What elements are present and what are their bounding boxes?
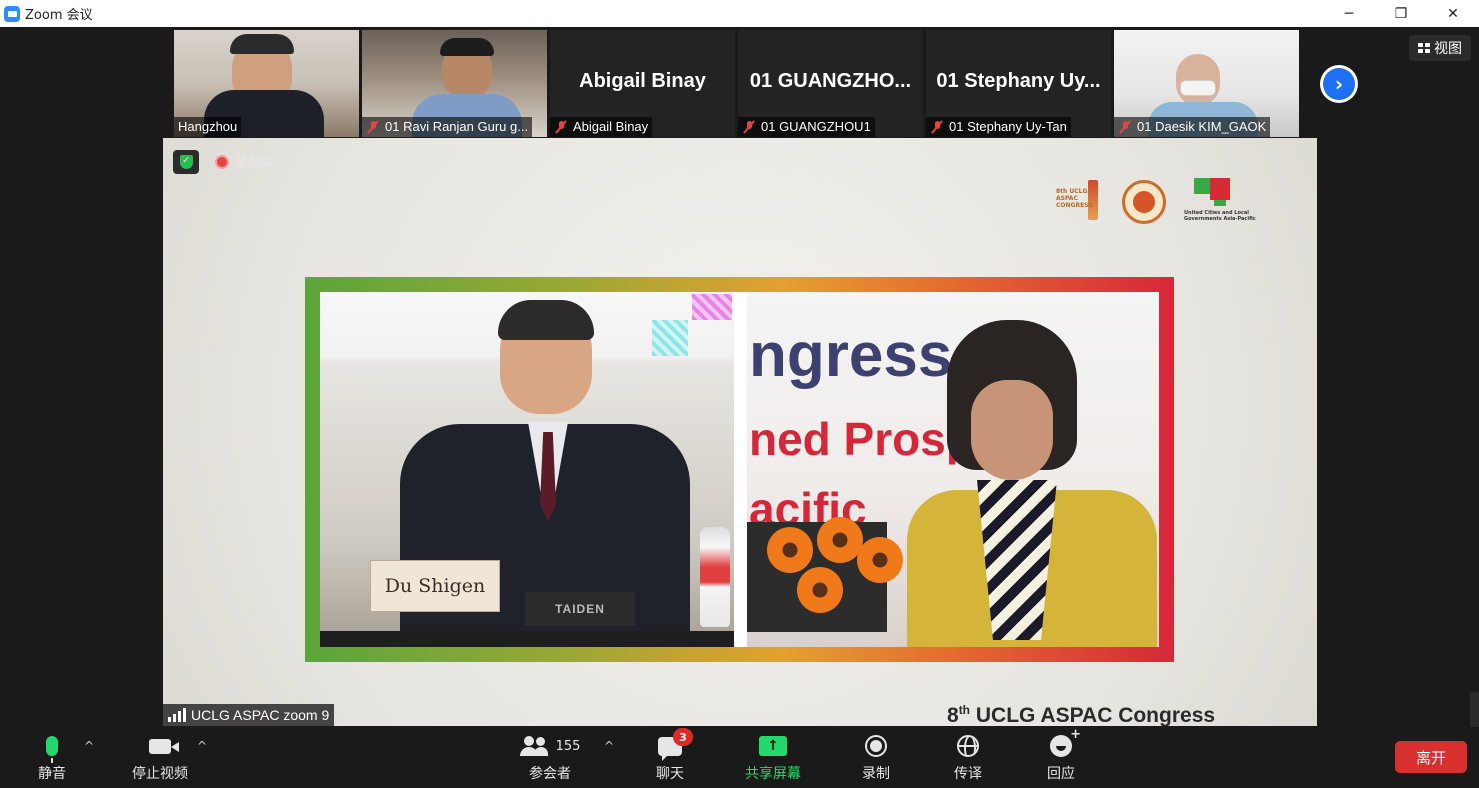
active-speaker-video[interactable]: ✓ 录制中 8th UCLG ASPAC CONGRESS United Cit… xyxy=(163,138,1317,726)
restore-button[interactable]: ❐ xyxy=(1375,0,1427,27)
video-camera-icon xyxy=(149,738,179,754)
minimize-button[interactable]: ─ xyxy=(1323,0,1375,27)
split-screen-frame: Du Shigen TAIDEN ngress ned Prosp acific xyxy=(305,277,1174,662)
speaker-nameplate: Du Shigen xyxy=(370,560,500,612)
mic-muted-icon xyxy=(742,120,756,134)
water-bottle xyxy=(700,527,730,627)
globe-icon xyxy=(957,735,979,757)
active-speaker-name-label: UCLG ASPAC zoom 9 xyxy=(163,704,335,726)
grid-view-icon xyxy=(1418,43,1430,53)
flower-arrangement xyxy=(757,517,927,627)
sponsor-logos: 8th UCLG ASPAC CONGRESS United Cities an… xyxy=(1056,176,1256,228)
connection-signal-icon xyxy=(168,708,186,722)
participant-name-label: 01 Daesik KIM_GAOK xyxy=(1114,117,1271,137)
interpretation-button[interactable]: 传译 xyxy=(944,727,992,788)
chat-unread-badge: 3 xyxy=(673,728,693,746)
decor-pattern xyxy=(692,294,732,320)
window-title: Zoom 会议 xyxy=(25,8,93,23)
conference-microphone-unit: TAIDEN xyxy=(525,592,635,626)
recording-indicator[interactable]: 录制中 xyxy=(215,152,274,171)
reactions-button[interactable]: 回应 xyxy=(1037,727,1085,788)
participants-button[interactable]: 155 参会者 xyxy=(519,727,581,788)
participant-name-label: 01 Stephany Uy-Tan xyxy=(926,117,1071,137)
share-screen-button[interactable]: ↑ 共享屏幕 xyxy=(740,727,806,788)
participant-name-label: Hangzhou xyxy=(174,117,242,137)
next-page-button[interactable]: › xyxy=(1320,65,1358,103)
record-icon xyxy=(865,735,887,757)
stop-video-button[interactable]: 停止视频 xyxy=(124,727,196,788)
participant-tile[interactable]: 01 Ravi Ranjan Guru g... xyxy=(362,30,547,137)
right-speaker-pane: ngress ned Prosp acific xyxy=(747,292,1159,647)
face-mask-icon xyxy=(1180,80,1216,96)
meeting-area: Hangzhou 01 Ravi Ranjan Guru g... Abigai… xyxy=(0,27,1479,752)
window-controls: ─ ❐ ✕ xyxy=(1323,0,1479,27)
encryption-shield-icon[interactable]: ✓ xyxy=(173,150,199,174)
participant-tile[interactable]: 01 Daesik KIM_GAOK xyxy=(1114,30,1299,137)
recording-text: 录制中 xyxy=(235,156,275,171)
participant-name-label: Abigail Binay xyxy=(550,117,653,137)
mic-muted-icon xyxy=(554,120,568,134)
participants-icon xyxy=(519,736,548,756)
mic-muted-icon xyxy=(930,120,944,134)
city-seal-logo xyxy=(1122,180,1166,224)
chevron-right-icon: › xyxy=(1323,68,1355,100)
participants-count: 155 xyxy=(555,738,581,754)
video-options-caret-icon[interactable]: ^ xyxy=(197,739,207,753)
close-button[interactable]: ✕ xyxy=(1427,0,1479,27)
meeting-toolbar: 静音 ^ 停止视频 ^ 155 参会者 ^ 聊天 3 ↑ 共享屏幕 录制 传译 … xyxy=(0,727,1479,788)
mic-muted-icon xyxy=(366,120,380,134)
participant-tile[interactable]: 01 GUANGZHO... 01 GUANGZHOU1 xyxy=(738,30,923,137)
share-screen-icon: ↑ xyxy=(759,736,787,756)
participant-video-hair xyxy=(440,38,494,56)
participant-strip: Hangzhou 01 Ravi Ranjan Guru g... Abigai… xyxy=(174,30,1299,137)
mic-muted-icon xyxy=(1118,120,1132,134)
audio-options-caret-icon[interactable]: ^ xyxy=(84,739,94,753)
participant-display-name: 01 Stephany Uy... xyxy=(936,70,1101,92)
participants-options-caret-icon[interactable]: ^ xyxy=(604,739,614,753)
leave-meeting-button[interactable]: 离开 xyxy=(1395,741,1467,773)
participant-display-name: Abigail Binay xyxy=(579,70,706,92)
speaker-female xyxy=(907,320,1157,647)
participant-tile[interactable]: Hangzhou xyxy=(174,30,359,137)
title-bar: Zoom 会议 ─ ❐ ✕ xyxy=(0,0,1479,27)
microphone-icon xyxy=(46,736,58,763)
mute-button[interactable]: 静音 xyxy=(28,727,76,788)
recording-dot-icon xyxy=(215,154,229,169)
aspac-congress-logo: 8th UCLG ASPAC CONGRESS xyxy=(1056,176,1104,228)
participant-video-hair xyxy=(230,34,294,54)
add-reaction-icon xyxy=(1050,727,1081,757)
zoom-app-icon xyxy=(4,5,20,22)
view-button-label: 视图 xyxy=(1434,41,1462,57)
record-button[interactable]: 录制 xyxy=(852,727,900,788)
participant-name-label: 01 Ravi Ranjan Guru g... xyxy=(362,117,533,137)
participant-tile[interactable]: Abigail Binay Abigail Binay xyxy=(550,30,735,137)
embedded-zoom-bar xyxy=(320,631,734,647)
congress-caption: 8th UCLG ASPAC Congress xyxy=(947,703,1216,726)
participant-display-name: 01 GUANGZHO... xyxy=(749,70,912,92)
participant-name-label: 01 GUANGZHOU1 xyxy=(738,117,875,137)
participant-tile[interactable]: 01 Stephany Uy... 01 Stephany Uy-Tan xyxy=(926,30,1111,137)
view-button[interactable]: 视图 xyxy=(1409,35,1471,61)
uclg-aspac-logo: United Cities and Local Governments Asia… xyxy=(1184,176,1256,228)
left-speaker-pane: Du Shigen TAIDEN xyxy=(320,292,734,647)
